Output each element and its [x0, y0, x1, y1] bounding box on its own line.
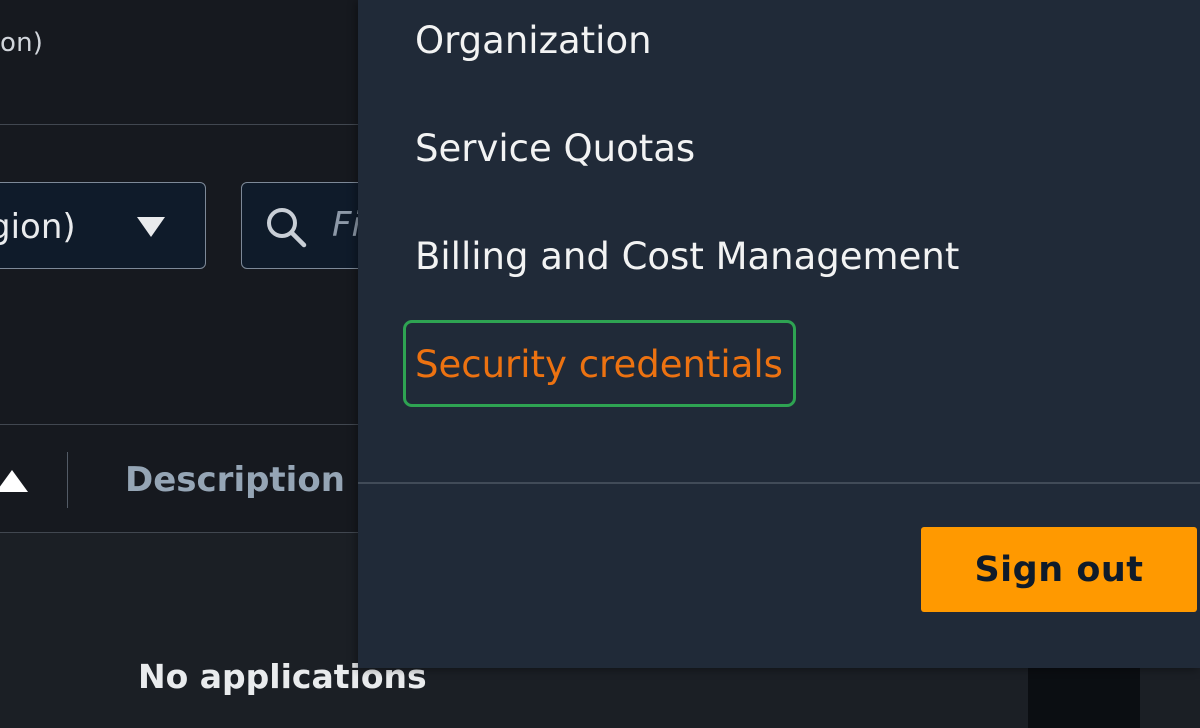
column-separator: [67, 452, 68, 508]
account-menu-dropdown: Organization Service Quotas Billing and …: [358, 0, 1200, 668]
header-divider: [0, 124, 358, 125]
region-select[interactable]: gion): [0, 182, 206, 269]
column-header-description[interactable]: Description: [125, 460, 345, 500]
caret-down-icon: [137, 217, 165, 237]
highlight-box: [403, 320, 796, 407]
menu-divider: [358, 482, 1200, 484]
page-header-fragment: on): [0, 28, 44, 58]
region-select-value: gion): [0, 207, 76, 247]
search-icon: [267, 208, 307, 248]
background-dark-block: [1028, 668, 1140, 728]
menu-item-service-quotas[interactable]: Service Quotas: [415, 127, 695, 170]
menu-item-organization[interactable]: Organization: [415, 19, 652, 62]
search-placeholder: Fi: [332, 205, 362, 245]
menu-item-billing[interactable]: Billing and Cost Management: [415, 235, 959, 278]
sign-out-button[interactable]: Sign out: [921, 527, 1197, 612]
table-top-divider: [0, 424, 358, 425]
sort-ascending-icon[interactable]: [0, 470, 28, 492]
